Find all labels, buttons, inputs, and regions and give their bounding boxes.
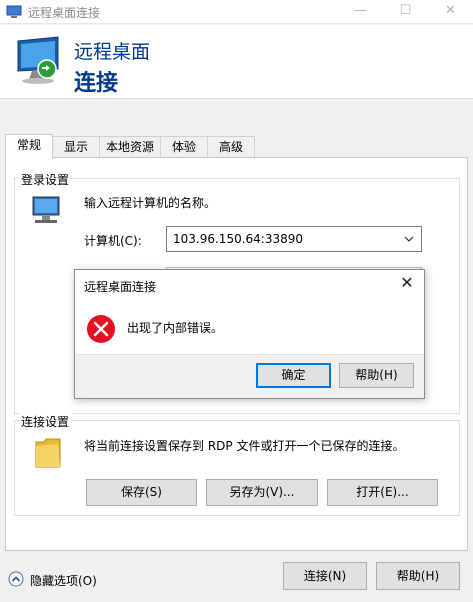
remote-desktop-icon — [17, 36, 59, 84]
connect-button[interactable]: 连接(N) — [283, 562, 367, 590]
dialog-footer: 确定 帮助(H) — [75, 354, 424, 398]
banner-title-line1: 远程桌面 — [74, 41, 151, 63]
help-button[interactable]: 帮助(H) — [376, 562, 460, 590]
save-as-button[interactable]: 另存为(V)... — [206, 479, 318, 506]
save-button[interactable]: 保存(S) — [86, 479, 197, 506]
dialog-help-button[interactable]: 帮助(H) — [339, 363, 414, 388]
tab-experience[interactable]: 体验 — [160, 136, 208, 158]
tab-display[interactable]: 显示 — [52, 136, 100, 158]
chevron-up-icon — [8, 571, 24, 587]
dialog-close-icon[interactable]: ✕ — [398, 274, 416, 292]
maximize-button[interactable]: ☐ — [383, 0, 428, 24]
window-title: 远程桌面连接 — [28, 6, 101, 20]
error-icon — [87, 315, 115, 343]
close-window-button[interactable]: ✕ — [428, 0, 473, 24]
title-bar: 远程桌面连接 — ☐ ✕ — [0, 0, 473, 24]
tab-general[interactable]: 常规 — [5, 134, 53, 159]
computer-label: 计算机(C): — [84, 234, 142, 248]
tab-local-resources[interactable]: 本地资源 — [99, 136, 161, 158]
connection-description: 将当前连接设置保存到 RDP 文件或打开一个已保存的连接。 — [84, 439, 405, 453]
login-instruction: 输入远程计算机的名称。 — [84, 196, 217, 210]
folder-icon — [35, 438, 61, 468]
connection-settings-label: 连接设置 — [19, 413, 72, 430]
dropdown-caret-icon — [404, 236, 414, 242]
tab-advanced[interactable]: 高级 — [207, 136, 255, 158]
open-button[interactable]: 打开(E)... — [327, 479, 438, 506]
error-dialog: 远程桌面连接 ✕ 出现了内部错误。 确定 帮助(H) — [74, 269, 425, 399]
login-settings-label: 登录设置 — [19, 171, 72, 188]
dialog-ok-button[interactable]: 确定 — [256, 363, 331, 388]
error-message: 出现了内部错误。 — [127, 321, 224, 335]
computer-combobox[interactable]: 103.96.150.64:33890 — [166, 226, 422, 252]
computer-icon — [32, 196, 60, 223]
banner-title-line2: 连接 — [74, 71, 119, 96]
minimize-button[interactable]: — — [338, 0, 383, 24]
remote-desktop-app-icon — [6, 5, 22, 18]
computer-value: 103.96.150.64:33890 — [173, 232, 304, 246]
header-banner: 远程桌面 连接 — [0, 25, 473, 99]
hide-options-label: 隐藏选项(O) — [30, 574, 97, 588]
dialog-title: 远程桌面连接 — [84, 280, 157, 294]
